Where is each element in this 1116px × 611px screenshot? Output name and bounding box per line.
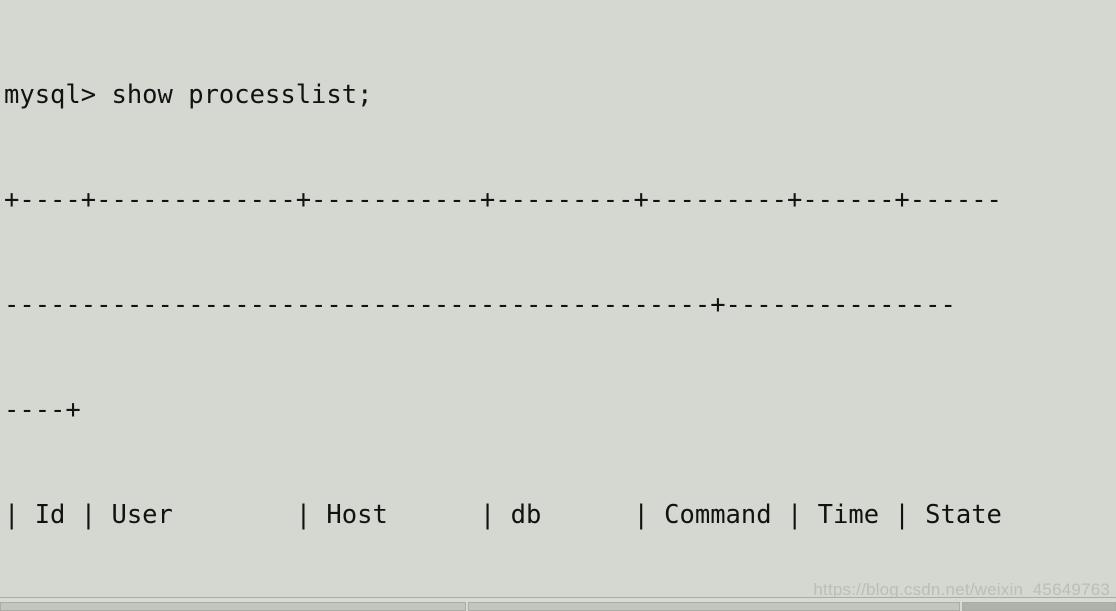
- terminal-line: ----------------------------------------…: [4, 290, 956, 320]
- terminal-line: +----+-------------+-----------+--------…: [4, 185, 1002, 215]
- terminal-line: | Id | User | Host | db | Command | Time…: [4, 500, 1002, 530]
- terminal-output-area[interactable]: mysql> show processlist; +----+---------…: [0, 0, 1116, 597]
- window-bottom-bar: [0, 597, 1116, 611]
- taskbar-segment-right[interactable]: [962, 602, 1116, 611]
- terminal-line: mysql> show processlist;: [4, 80, 373, 110]
- taskbar-segment-middle[interactable]: [468, 602, 960, 611]
- taskbar-segment-left[interactable]: [0, 602, 466, 611]
- terminal-line: ----+: [4, 395, 81, 425]
- terminal-window: mysql> show processlist; +----+---------…: [0, 0, 1116, 611]
